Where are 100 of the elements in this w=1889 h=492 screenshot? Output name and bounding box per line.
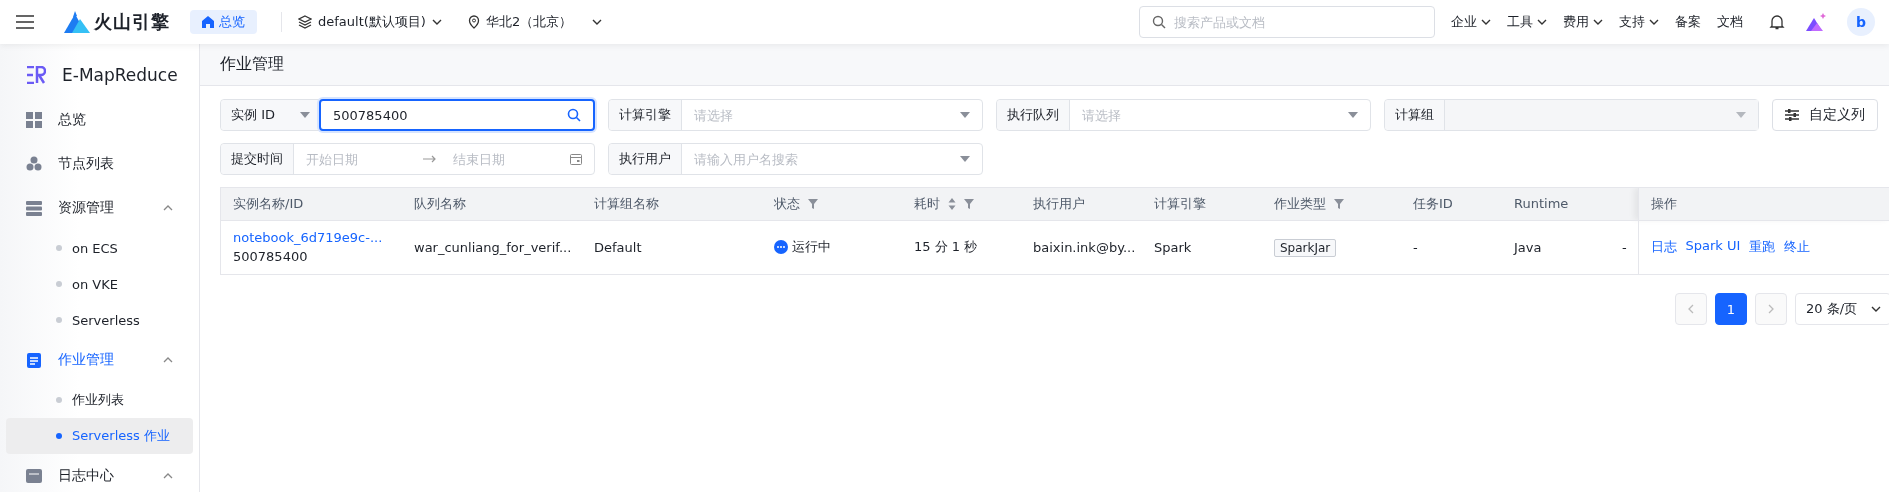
filter-label: 执行用户 [609, 144, 682, 174]
column-header: 实例名称/ID [233, 194, 304, 213]
chevron-down-icon [1593, 19, 1603, 25]
menu-item[interactable]: 备案 [1675, 13, 1701, 31]
mountain-logo-icon [64, 11, 90, 33]
clipboard-icon [26, 352, 42, 368]
chevron-up-icon [163, 357, 173, 363]
grid-icon [26, 112, 42, 128]
filter-icon [1334, 198, 1344, 209]
column-header: 计算引擎 [1154, 194, 1206, 213]
caret-down-icon [1348, 112, 1358, 118]
date-range-field[interactable]: 提交时间 开始日期 结束日期 [220, 143, 595, 175]
chevron-right-icon [1768, 304, 1774, 314]
column-header: 耗时 [914, 194, 940, 213]
search-icon [567, 108, 581, 122]
menu-item[interactable]: 工具 [1507, 13, 1547, 31]
search-input[interactable]: 500785400 [333, 107, 559, 123]
chevron-down-icon [431, 19, 442, 25]
panel-icon [26, 468, 42, 484]
chevron-up-icon [163, 205, 173, 211]
filter-label: 计算组 [1385, 100, 1445, 130]
action-link[interactable]: 重跑 [1749, 238, 1776, 257]
menu-item[interactable]: 费用 [1563, 13, 1603, 31]
previous-page-button[interactable] [1675, 293, 1707, 325]
project-selector[interactable]: default(默认项目) [298, 13, 442, 31]
product-name: E-MapReduce [62, 65, 178, 85]
nav-subitem[interactable]: Serverless [6, 302, 193, 338]
nav-item[interactable]: 总览 [6, 98, 193, 142]
caret-down-icon [300, 112, 310, 118]
nav-item[interactable]: 资源管理 [6, 186, 193, 230]
next-page-button[interactable] [1755, 293, 1787, 325]
select-input[interactable]: 请选择 [694, 107, 952, 123]
filter-icon [964, 198, 974, 209]
table-cell: 15 分 1 秒 [914, 239, 978, 255]
nav-item[interactable]: 日志中心 [6, 454, 193, 492]
action-link[interactable]: Spark UI [1685, 238, 1741, 257]
column-header: 操作 [1650, 194, 1677, 213]
sparkle-mountain-icon [1805, 12, 1827, 32]
dot-icon [56, 245, 62, 251]
page-title: 作业管理 [220, 54, 284, 75]
table-cell: Spark [1154, 239, 1192, 255]
table-cell: Default [594, 239, 642, 255]
start-date-input[interactable]: 开始日期 [306, 151, 407, 167]
filter-label: 计算引擎 [609, 100, 682, 130]
instance-link[interactable]: notebook_6d719e9c-... [233, 230, 390, 246]
action-link[interactable]: 终止 [1784, 238, 1811, 257]
dot-icon [56, 397, 62, 403]
menu-item[interactable]: 支持 [1619, 13, 1659, 31]
nav-subitem[interactable]: 作业列表 [6, 382, 193, 418]
nav-item[interactable]: 节点列表 [6, 142, 193, 186]
layers-icon [298, 15, 312, 29]
table-cell: war_cunliang_for_verif... [414, 239, 572, 255]
select-field[interactable]: 计算引擎 请选择 [608, 99, 983, 131]
table-cell: baixin.ink@by... [1033, 239, 1136, 255]
home-icon [202, 16, 214, 28]
menu-icon [16, 15, 34, 29]
search-field[interactable]: 500785400 [319, 99, 595, 131]
nav-subitem[interactable]: on VKE [6, 266, 193, 302]
type-tag: SparkJar [1274, 238, 1337, 257]
menu-item[interactable]: 文档 [1717, 13, 1743, 31]
select-field[interactable]: 执行用户 请输入用户名搜索 [608, 143, 983, 175]
column-header: 状态 [774, 194, 800, 213]
nav-subitem[interactable]: on ECS [6, 230, 193, 266]
menu-item[interactable]: 企业 [1451, 13, 1491, 31]
search-input[interactable]: 搜索产品或文档 [1174, 14, 1422, 30]
filter-label: 提交时间 [221, 144, 294, 174]
column-header: 作业类型 [1274, 194, 1326, 213]
brand-name: 火山引擎 [94, 10, 170, 34]
chevron-down-icon [1481, 19, 1491, 25]
column-header: 计算组名称 [594, 194, 659, 213]
action-link[interactable]: 日志 [1650, 238, 1677, 257]
dot-icon [56, 433, 62, 439]
server-icon [26, 200, 42, 216]
home-tab[interactable]: 总览 [190, 10, 257, 34]
select-input[interactable]: 请选择 [1082, 107, 1340, 123]
table-cell: Java [1514, 239, 1542, 255]
page-size-select[interactable]: 20 条/页 [1795, 293, 1889, 325]
dot-icon [56, 281, 62, 287]
select-input[interactable]: 请输入用户名搜索 [694, 151, 952, 167]
chevron-down-icon [592, 19, 603, 25]
nav-item[interactable]: 作业管理 [6, 338, 193, 382]
nav-subitem[interactable]: Serverless 作业 [6, 418, 193, 454]
search-field[interactable]: 搜索产品或文档 [1139, 6, 1435, 38]
page-button[interactable]: 1 [1715, 293, 1747, 325]
calendar-icon [570, 153, 582, 165]
customize-columns-button[interactable]: 自定义列 [1772, 99, 1878, 131]
select-field[interactable]: 执行队列 请选择 [996, 99, 1371, 131]
er-logo-icon [26, 66, 46, 84]
column-header: 执行用户 [1033, 194, 1085, 213]
bell-icon [1769, 14, 1785, 30]
chevron-left-icon [1688, 304, 1694, 314]
end-date-input[interactable]: 结束日期 [453, 151, 554, 167]
caret-down-icon [960, 156, 970, 162]
arrow-right-icon [423, 155, 437, 163]
dot-icon [56, 317, 62, 323]
avatar[interactable]: b [1847, 8, 1875, 36]
filter-label: 执行队列 [997, 100, 1070, 130]
chevron-down-icon [1537, 19, 1547, 25]
region-selector[interactable]: 华北2（北京） [467, 13, 603, 31]
table-cell: - [1413, 239, 1418, 255]
